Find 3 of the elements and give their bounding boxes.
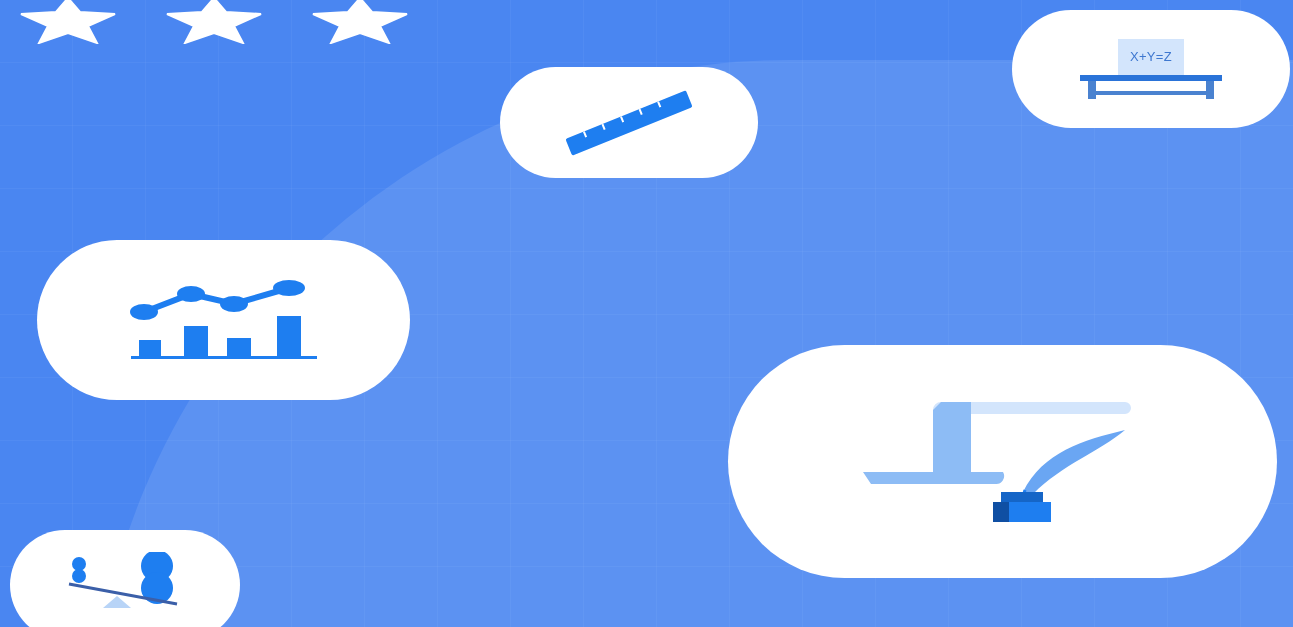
bar-chart-icon (128, 280, 319, 360)
table-icon (1080, 74, 1222, 99)
blackboard: X+Y=Z (1117, 39, 1185, 75)
